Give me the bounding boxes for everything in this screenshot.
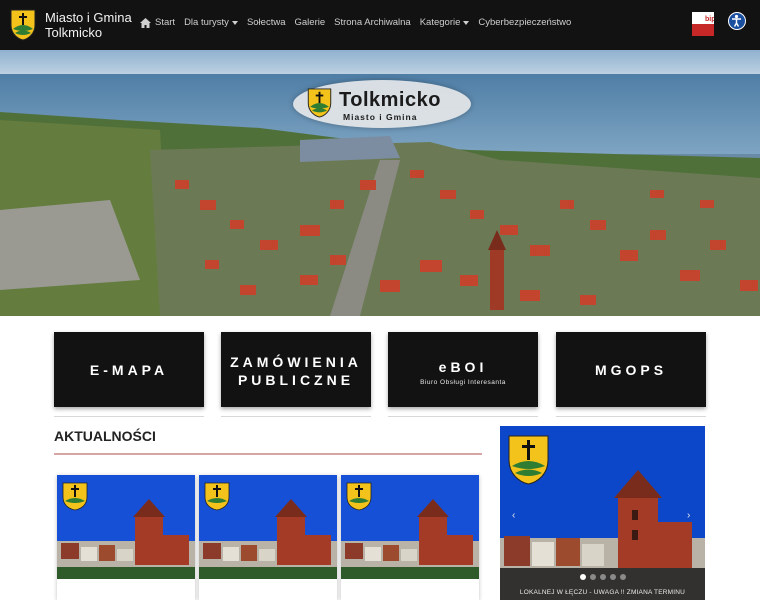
carousel-dot[interactable] [619, 574, 626, 580]
nav-label-galerie: Galerie [294, 17, 326, 28]
carousel-dot[interactable] [609, 574, 616, 580]
hero-banner: Tolkmicko Miasto i Gmina [0, 50, 760, 316]
tile-label: MGOPS [594, 362, 668, 378]
brand-line-2: Tolkmicko [45, 25, 103, 40]
nav-label-start: Start [155, 17, 176, 28]
bip-label: bip [705, 16, 714, 23]
top-navbar: Miasto i Gmina Tolkmicko Start Dla turys… [0, 0, 760, 50]
carousel-prev-arrow[interactable]: ‹ [512, 510, 515, 521]
chevron-down-icon [463, 20, 470, 25]
nav-item-strona-archiwalna[interactable]: Strona Archiwalna [334, 17, 411, 28]
tile-zamowienia-publiczne[interactable]: ZAMÓWIENIA PUBLICZNE [221, 332, 371, 407]
nav-label-strona-archiwalna: Strona Archiwalna [334, 17, 411, 28]
person-icon [732, 14, 741, 27]
coat-of-arms-icon[interactable] [10, 9, 36, 41]
hero-logo-badge: Tolkmicko Miasto i Gmina [293, 80, 471, 128]
news-card-image [341, 475, 479, 579]
tile-sublabel: Biuro Obsługi Interesanta [420, 379, 506, 386]
tile-label-line-2: PUBLICZNE [237, 372, 355, 388]
nav-item-dla-turysty[interactable]: Dla turysty [184, 17, 238, 28]
nav-label-solectwa: Sołectwa [246, 17, 286, 28]
tile-eboi[interactable]: eBOI Biuro Obsługi Interesanta [388, 332, 538, 407]
chevron-down-icon [231, 20, 238, 25]
main-menu: Start Dla turysty Sołectwa Galerie Stron… [140, 17, 580, 28]
news-card[interactable] [341, 475, 479, 600]
divider [388, 416, 538, 417]
nav-item-kategorie[interactable]: Kategorie [420, 17, 470, 28]
nav-label-kategorie: Kategorie [419, 17, 461, 28]
carousel-caption[interactable]: LOKALNEJ W ŁĘCZU - UWAGA !! ZMIANA TERMI… [500, 588, 705, 597]
nav-label-cyberbezpieczenstwo: Cyberbezpieczeństwo [478, 17, 572, 28]
carousel-dot[interactable] [599, 574, 606, 580]
divider [54, 453, 482, 455]
carousel-dot[interactable] [579, 574, 586, 580]
carousel-next-arrow[interactable]: › [687, 510, 690, 521]
tile-label: eBOI [438, 359, 488, 375]
bip-logo-icon[interactable]: bip [692, 12, 714, 36]
coat-of-arms-icon [307, 88, 332, 118]
hero-subtitle: Miasto i Gmina [343, 112, 418, 122]
nav-item-start[interactable]: Start [140, 17, 175, 28]
tile-e-mapa[interactable]: E-MAPA [54, 332, 204, 407]
nav-item-cyberbezpieczenstwo[interactable]: Cyberbezpieczeństwo [478, 17, 571, 28]
hero-title: Tolkmicko [339, 89, 441, 111]
divider [54, 416, 204, 417]
carousel-indicators [500, 574, 705, 580]
news-card[interactable] [57, 475, 195, 600]
home-icon [140, 17, 151, 28]
tile-label-line-1: ZAMÓWIENIA [230, 354, 362, 370]
news-heading: AKTUALNOŚCI [54, 428, 156, 444]
tile-label: E-MAPA [89, 362, 169, 378]
news-card-image [57, 475, 195, 579]
carousel-dot[interactable] [589, 574, 596, 580]
accessibility-icon[interactable] [728, 12, 746, 30]
nav-item-galerie[interactable]: Galerie [295, 17, 326, 28]
divider [556, 416, 706, 417]
tile-mgops[interactable]: MGOPS [556, 332, 706, 407]
divider [221, 416, 371, 417]
nav-label-dla-turysty: Dla turysty [184, 17, 229, 28]
news-card-image [199, 475, 337, 579]
featured-carousel[interactable]: ‹ › LOKALNEJ W ŁĘCZU - UWAGA !! ZMIANA T… [500, 426, 705, 600]
brand-line-1: Miasto i Gmina [45, 10, 132, 25]
site-brand[interactable]: Miasto i Gmina Tolkmicko [45, 10, 132, 40]
news-card[interactable] [199, 475, 337, 600]
nav-item-solectwa[interactable]: Sołectwa [247, 17, 286, 28]
